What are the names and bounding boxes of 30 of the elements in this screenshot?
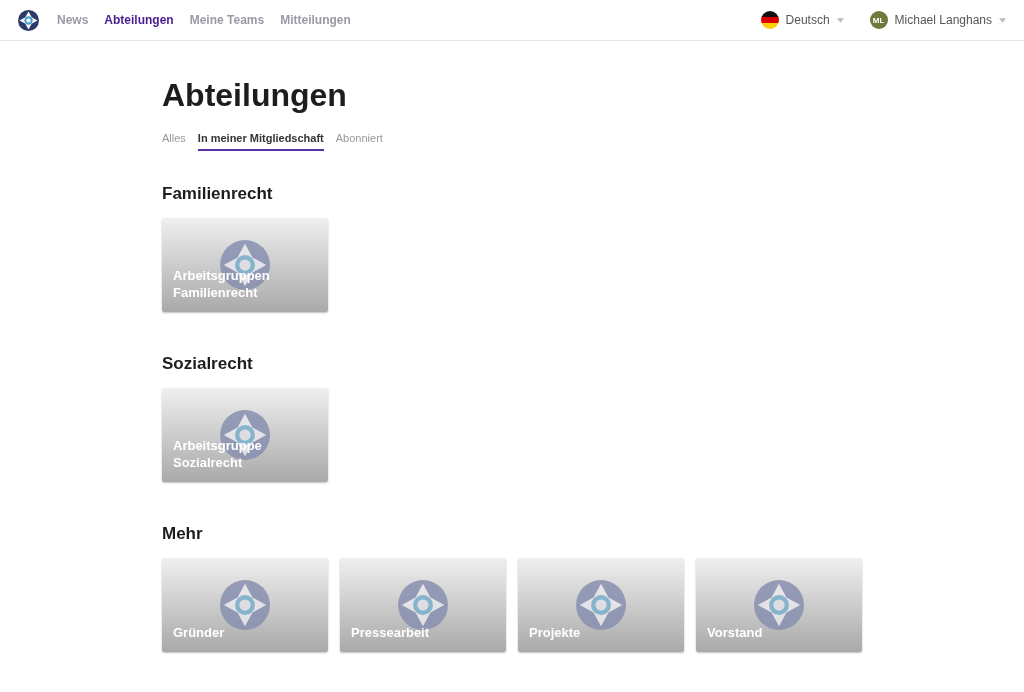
caret-icon — [999, 17, 1006, 23]
emblem-icon — [398, 580, 448, 630]
emblem-icon — [576, 580, 626, 630]
emblem-icon — [220, 580, 270, 630]
section-heading: Familienrecht — [162, 184, 274, 204]
card-title: Vorstand — [707, 624, 764, 641]
department-card[interactable]: Vorstand — [696, 558, 862, 652]
filter-tab[interactable]: Abonniert — [335, 132, 383, 151]
department-card[interactable]: Gründer — [162, 558, 328, 652]
flag-icon — [760, 11, 779, 29]
department-card[interactable]: Projekte — [518, 558, 684, 652]
department-card[interactable]: Pressearbeit — [340, 558, 506, 652]
nav-link[interactable]: Meine Teams — [189, 13, 265, 27]
language-dropdown[interactable]: Deutsch — [760, 11, 844, 29]
avatar: ML — [869, 11, 888, 29]
caret-icon — [836, 17, 844, 23]
nav-link[interactable]: Abteilungen — [104, 13, 174, 27]
card-title: Projekte — [529, 624, 582, 641]
user-menu[interactable]: ML Michael Langhans — [869, 11, 1006, 29]
page-title: Abteilungen — [162, 77, 348, 114]
section-heading: Sozialrecht — [162, 354, 254, 374]
nav-link[interactable]: Mitteilungen — [280, 13, 351, 27]
emblem-icon — [754, 580, 804, 630]
card-title: Gründer — [173, 624, 226, 641]
section-heading: Mehr — [162, 524, 204, 544]
filter-tab[interactable]: Alles — [162, 132, 186, 151]
filter-tab[interactable]: In meiner Mitgliedschaft — [197, 132, 324, 151]
logo-icon[interactable] — [18, 9, 39, 31]
nav-link[interactable]: News — [57, 13, 89, 27]
card-title: Pressearbeit — [351, 624, 431, 641]
